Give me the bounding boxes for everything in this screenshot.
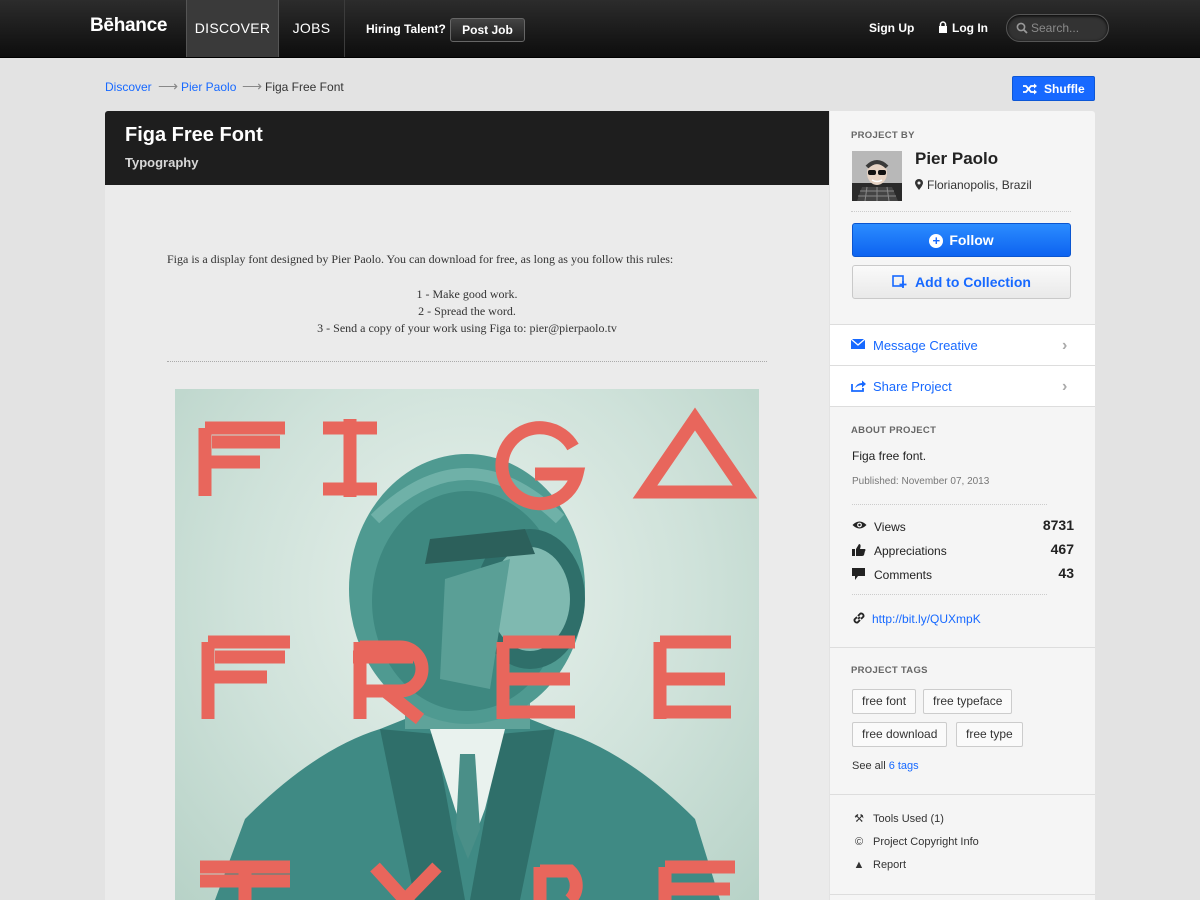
tools-icon: ⚒ — [854, 813, 864, 825]
envelope-icon — [851, 339, 865, 349]
share-project-label: Share Project — [873, 379, 952, 394]
owner-location-text: Florianopolis, Brazil — [927, 178, 1032, 192]
lock-icon — [939, 21, 947, 33]
chevron-right-icon: › — [1062, 337, 1068, 354]
add-collection-icon — [892, 275, 907, 288]
stat-comments: Comments 43 — [852, 565, 1074, 585]
thumbs-up-icon — [852, 544, 866, 556]
nav-tab-discover[interactable]: DISCOVER — [186, 0, 279, 57]
project-category[interactable]: Typography — [125, 155, 198, 170]
avatar-photo — [852, 151, 902, 201]
hiring-talent-label: Hiring Talent? — [366, 22, 446, 36]
post-job-button[interactable]: Post Job — [450, 18, 525, 42]
tag-button[interactable]: free download — [852, 722, 948, 747]
follow-label: Follow — [949, 232, 994, 248]
chevron-right-icon: › — [1062, 378, 1068, 395]
log-in-label: Log In — [952, 21, 988, 35]
sidebar-separator — [852, 594, 1047, 595]
share-icon — [851, 380, 866, 392]
sign-up-link[interactable]: Sign Up — [869, 21, 914, 35]
sidebar-divider — [830, 647, 1095, 648]
report-label: Report — [873, 859, 907, 871]
search-input[interactable] — [1031, 20, 1105, 36]
project-by-label: PROJECT BY — [851, 130, 915, 141]
search-box — [1006, 14, 1109, 42]
breadcrumb-separator: ⟶ — [242, 78, 263, 94]
published-date: Published: November 07, 2013 — [852, 476, 990, 487]
about-project-label: ABOUT PROJECT — [851, 425, 937, 436]
log-in-link[interactable]: Log In — [938, 21, 988, 35]
stat-label: Comments — [874, 568, 933, 582]
shuffle-button[interactable]: Shuffle — [1012, 76, 1095, 101]
see-all-tags-link[interactable]: 6 tags — [889, 760, 919, 772]
content-divider — [167, 361, 767, 362]
sidebar-divider — [830, 406, 1095, 407]
nav-tab-jobs[interactable]: JOBS — [279, 0, 345, 57]
stat-label: Appreciations — [874, 544, 947, 558]
behance-logo[interactable]: Bēhance — [90, 15, 167, 37]
location-pin-icon — [915, 179, 923, 190]
stat-appreciations: Appreciations 467 — [852, 541, 1074, 561]
breadcrumb-discover[interactable]: Discover — [105, 80, 152, 94]
sidebar-separator — [851, 211, 1071, 212]
see-all-prefix: See all — [852, 760, 886, 772]
rule-item: 3 - Send a copy of your work using Figa … — [317, 321, 617, 335]
copyright-label: Project Copyright Info — [873, 836, 979, 848]
plus-circle-icon: + — [929, 234, 944, 248]
project-header: Figa Free Font Typography — [105, 111, 829, 185]
share-project-row[interactable]: Share Project › — [830, 365, 1095, 406]
project-rules: 1 - Make good work. 2 - Spread the word.… — [167, 286, 767, 337]
project-sidebar: PROJECT BY Pier Paolo Florianopolis, Bra… — [830, 111, 1095, 900]
sidebar-divider — [830, 794, 1095, 795]
warning-icon: ▲ — [853, 859, 865, 871]
shuffle-label: Shuffle — [1044, 82, 1085, 96]
add-to-collection-label: Add to Collection — [915, 274, 1031, 290]
short-link: http://bit.ly/QUXmpK — [852, 611, 981, 626]
see-all-tags: See all 6 tags — [852, 760, 919, 772]
poster-artwork — [198, 407, 758, 900]
rule-item: 2 - Spread the word. — [418, 304, 516, 318]
owner-name[interactable]: Pier Paolo — [915, 149, 998, 169]
top-navigation-bar: Bēhance DISCOVER JOBS Hiring Talent? Pos… — [0, 0, 1200, 58]
report-link[interactable]: ▲ Report — [852, 859, 906, 871]
project-title: Figa Free Font — [125, 124, 263, 146]
project-poster-image[interactable] — [175, 389, 759, 900]
copyright-info-link[interactable]: © Project Copyright Info — [852, 836, 979, 848]
breadcrumb-owner[interactable]: Pier Paolo — [181, 80, 236, 94]
sidebar-divider — [830, 894, 1095, 895]
eye-icon — [852, 521, 867, 529]
short-link-url[interactable]: http://bit.ly/QUXmpK — [872, 612, 981, 626]
rule-item: 1 - Make good work. — [416, 287, 518, 301]
shuffle-icon — [1023, 83, 1037, 95]
copyright-icon: © — [854, 836, 864, 848]
breadcrumb-current: Figa Free Font — [265, 80, 344, 94]
message-creative-row[interactable]: Message Creative › — [830, 324, 1095, 365]
about-project-text: Figa free font. — [852, 449, 927, 463]
sidebar-separator — [852, 504, 1047, 505]
project-tags-label: PROJECT TAGS — [851, 665, 928, 676]
message-creative-label: Message Creative — [873, 338, 978, 353]
tools-used-label: Tools Used (1) — [873, 813, 944, 825]
link-icon — [853, 612, 865, 624]
search-icon — [1016, 22, 1028, 34]
follow-button[interactable]: + Follow — [852, 223, 1071, 257]
breadcrumb-separator: ⟶ — [158, 78, 179, 94]
stat-value: 8731 — [1042, 517, 1074, 533]
tag-button[interactable]: free font — [852, 689, 917, 714]
project-content: Figa is a display font designed by Pier … — [105, 185, 829, 900]
tools-used-link[interactable]: ⚒ Tools Used (1) — [852, 812, 944, 825]
stat-value: 43 — [1058, 565, 1074, 581]
stat-value: 467 — [1050, 541, 1074, 557]
owner-location: Florianopolis, Brazil — [915, 178, 1032, 192]
stat-views: Views 8731 — [852, 517, 1074, 537]
tag-button[interactable]: free type — [956, 722, 1023, 747]
owner-avatar[interactable] — [852, 151, 902, 201]
stat-label: Views — [874, 520, 906, 534]
project-description: Figa is a display font designed by Pier … — [167, 252, 674, 266]
comment-icon — [852, 568, 865, 580]
tag-button[interactable]: free typeface — [923, 689, 1013, 714]
add-to-collection-button[interactable]: Add to Collection — [852, 265, 1071, 299]
